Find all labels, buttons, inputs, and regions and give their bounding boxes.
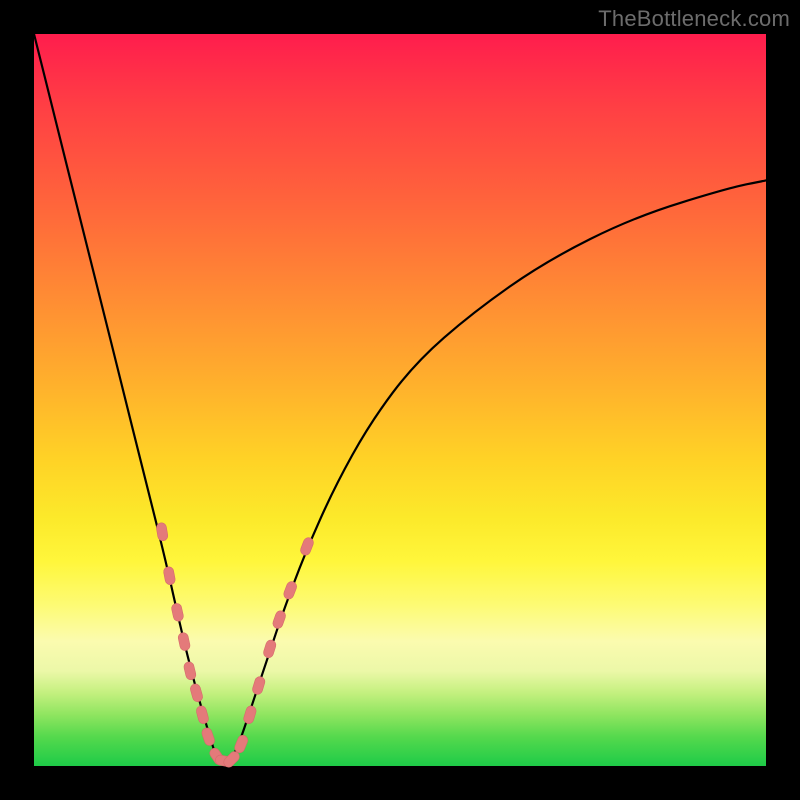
- curve-marker: [262, 639, 277, 659]
- curve-marker: [177, 632, 191, 652]
- curve-markers: [156, 522, 315, 769]
- plot-area: [34, 34, 766, 766]
- curve-marker: [195, 705, 209, 725]
- curve-marker: [156, 522, 169, 541]
- curve-marker: [171, 602, 185, 622]
- chart-frame: TheBottleneck.com: [0, 0, 800, 800]
- watermark-text: TheBottleneck.com: [598, 6, 790, 32]
- curve-marker: [189, 683, 204, 703]
- curve-marker: [272, 609, 287, 629]
- curve-marker: [163, 566, 176, 586]
- curve-marker: [251, 675, 266, 695]
- bottleneck-curve: [34, 34, 766, 764]
- curve-marker: [201, 727, 216, 747]
- curve-marker: [282, 580, 298, 600]
- chart-svg: [34, 34, 766, 766]
- curve-marker: [243, 705, 258, 725]
- curve-marker: [183, 661, 197, 681]
